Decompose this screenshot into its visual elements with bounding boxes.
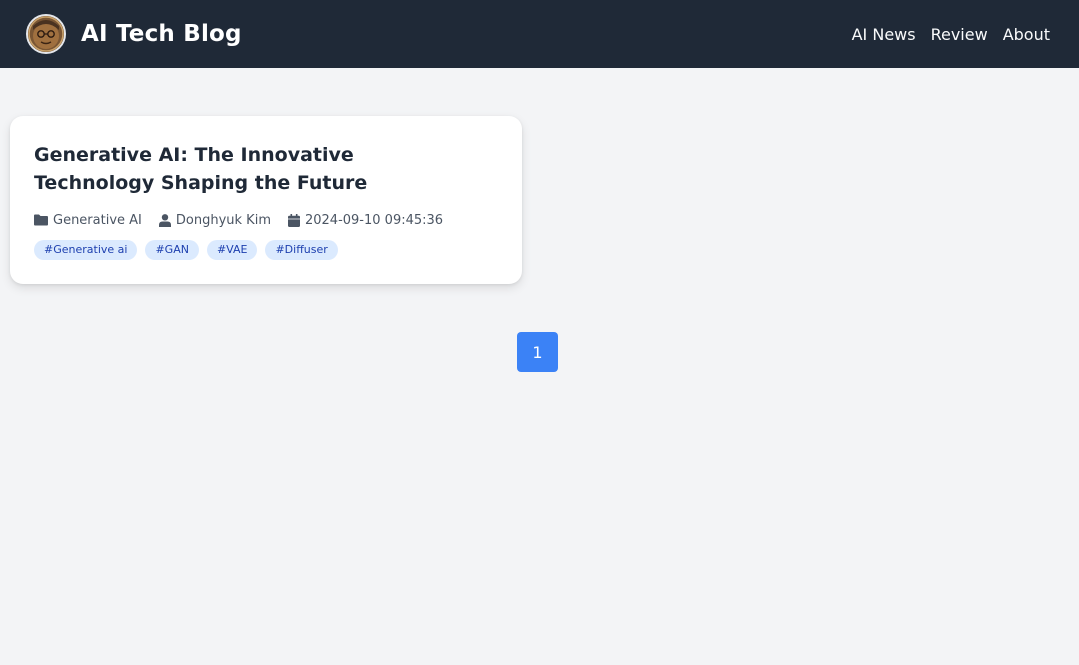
post-date-text: 2024-09-10 09:45:36 (304, 212, 444, 228)
folder-icon (34, 214, 48, 226)
post-category-label: Generative AI (53, 212, 142, 228)
tag-diffuser[interactable]: #Diffuser (265, 240, 338, 260)
tag-gan[interactable]: #GAN (145, 240, 199, 260)
pagination: 1 (517, 332, 558, 372)
post-category[interactable]: Generative AI (34, 213, 142, 228)
main-nav: AI News Review About (852, 25, 1050, 44)
nav-link-review[interactable]: Review (931, 25, 988, 44)
calendar-icon (287, 213, 300, 227)
post-meta: Generative AI Donghyuk Kim 2024-09-10 09… (34, 210, 498, 230)
tag-vae[interactable]: #VAE (206, 240, 258, 260)
tag-generative-ai[interactable]: #Generative ai (34, 240, 138, 260)
post-author-name: Donghyuk Kim (175, 212, 271, 228)
profile-avatar-icon (26, 14, 66, 54)
nav-link-about[interactable]: About (1003, 25, 1050, 44)
post-tags: #Generative ai #GAN #VAE #Diffuser (34, 240, 498, 260)
post-title[interactable]: Generative AI: The Innovative Technology… (34, 141, 474, 197)
post-author: Donghyuk Kim (158, 212, 271, 228)
user-icon (158, 213, 171, 227)
top-navbar: AI Tech Blog AI News Review About (0, 0, 1079, 68)
post-card[interactable]: Generative AI: The Innovative Technology… (10, 116, 522, 284)
page-button-1[interactable]: 1 (517, 332, 558, 372)
post-date: 2024-09-10 09:45:36 (287, 212, 444, 228)
nav-link-ai-news[interactable]: AI News (852, 25, 916, 44)
brand-home-link[interactable]: AI Tech Blog (26, 14, 242, 54)
brand-title: AI Tech Blog (81, 21, 242, 47)
